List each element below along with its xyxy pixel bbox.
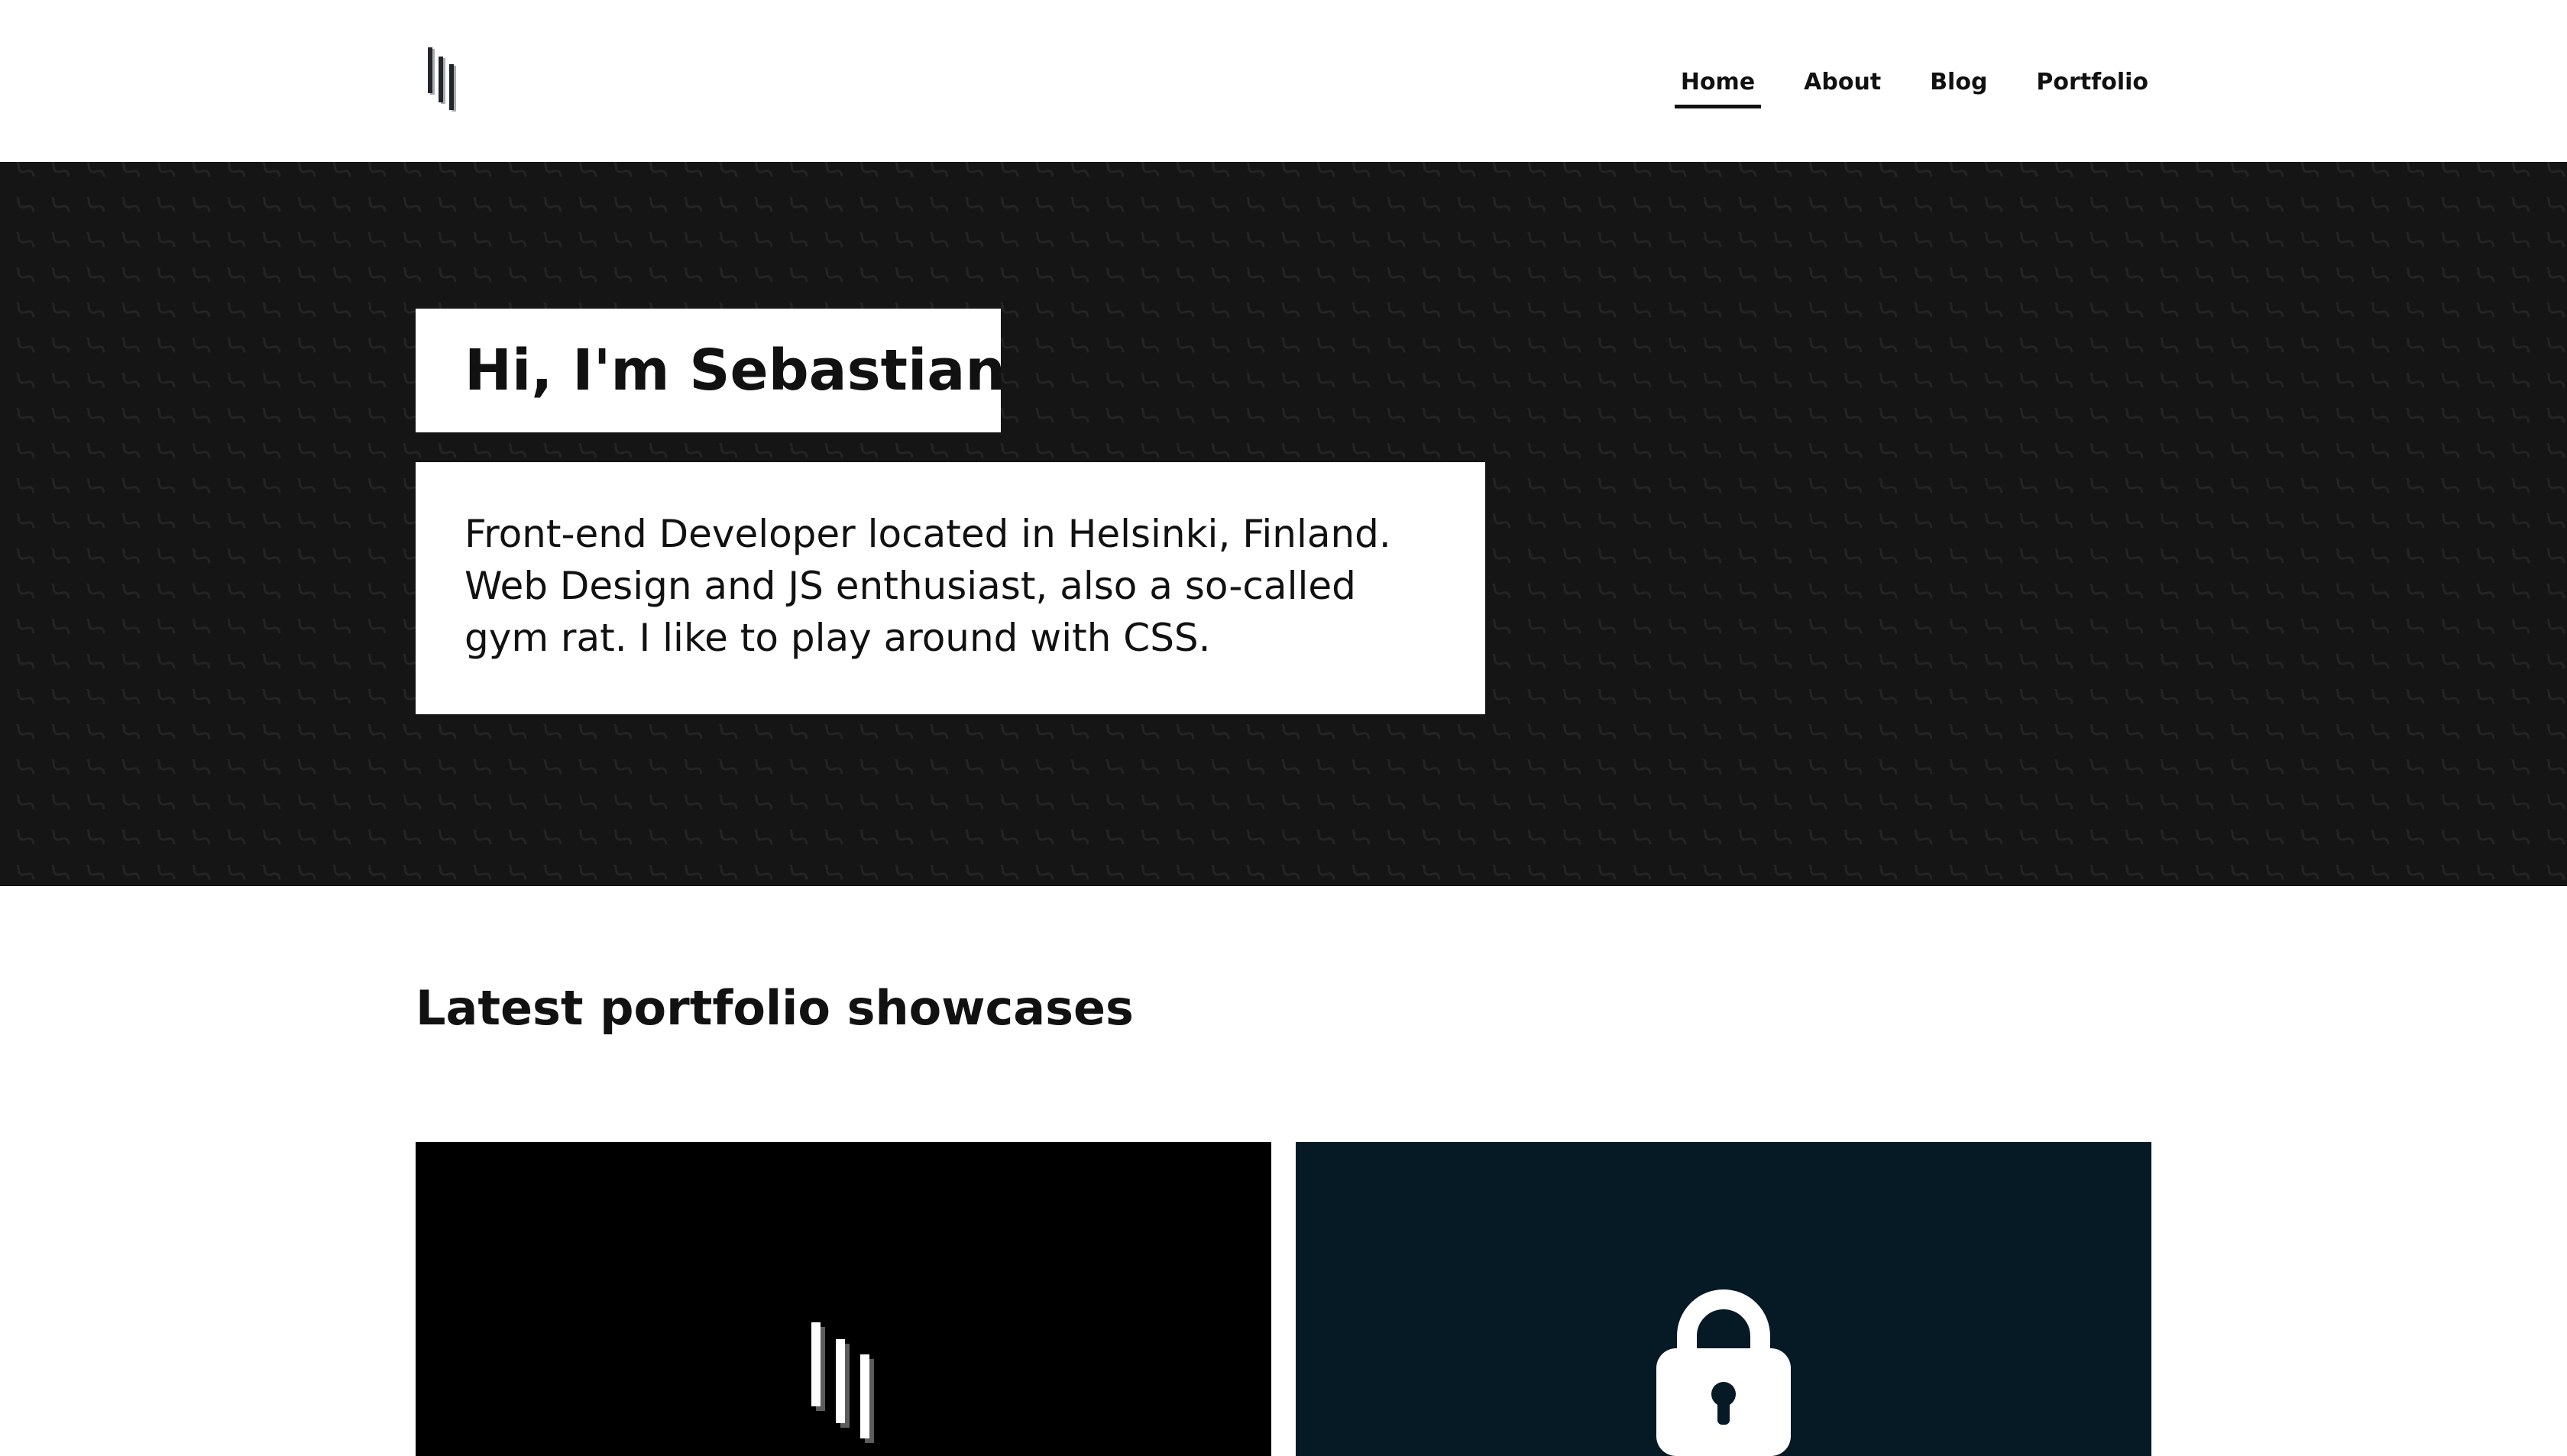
site-header: Home About Blog Portfolio bbox=[0, 0, 2567, 162]
hero-title: Hi, I'm Sebastian bbox=[465, 338, 1006, 403]
hero-title-card: Hi, I'm Sebastian bbox=[416, 309, 1005, 432]
nav-home-link[interactable]: Home bbox=[1674, 63, 1762, 108]
padlock-icon bbox=[1656, 1289, 1791, 1456]
hero-section: Hi, I'm Sebastian Front-end Developer lo… bbox=[0, 162, 2567, 886]
main-nav: Home About Blog Portfolio bbox=[1674, 55, 2154, 110]
showcase-card-2[interactable] bbox=[1296, 1142, 2151, 1456]
hero-intro-text: Front-end Developer located in Helsinki,… bbox=[465, 512, 1391, 660]
nav-portfolio-link[interactable]: Portfolio bbox=[2030, 63, 2154, 102]
showcases-title: Latest portfolio showcases bbox=[416, 980, 1134, 1036]
nav-blog-link[interactable]: Blog bbox=[1924, 63, 1993, 102]
showcase-card-1[interactable] bbox=[416, 1142, 1271, 1456]
stacked-bars-logo-icon bbox=[811, 1322, 874, 1443]
nav-about-link[interactable]: About bbox=[1798, 63, 1887, 102]
hero-intro-card: Front-end Developer located in Helsinki,… bbox=[416, 462, 1485, 714]
site-logo-icon[interactable] bbox=[428, 47, 466, 112]
